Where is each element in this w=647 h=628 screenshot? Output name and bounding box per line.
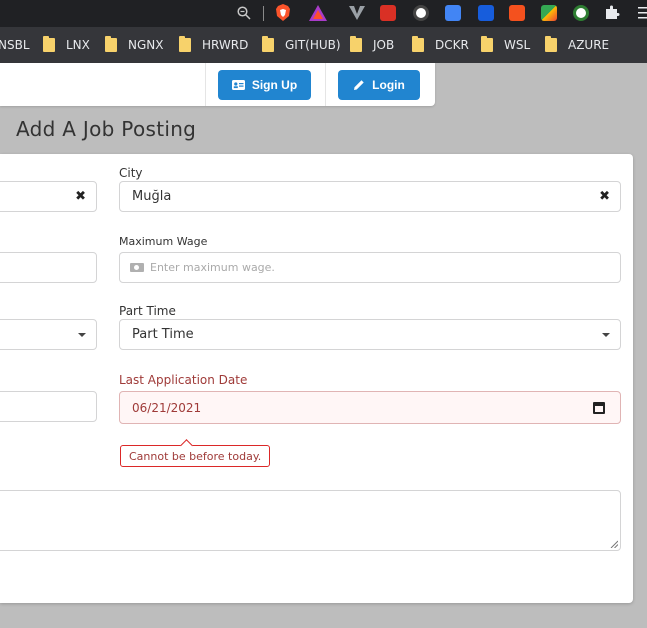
left-date-field[interactable] — [0, 391, 97, 422]
bookmark-azure[interactable]: AZURE — [545, 36, 610, 53]
bookmark-label: NSBL — [0, 38, 30, 52]
max-wage-input[interactable]: Enter maximum wage. — [119, 252, 621, 283]
folder-icon — [481, 36, 493, 52]
description-textarea[interactable] — [0, 490, 621, 551]
last-date-label: Last Application Date — [119, 373, 248, 387]
ext-red-icon[interactable] — [380, 5, 396, 21]
bookmark-lnx[interactable]: LNX — [43, 36, 90, 53]
folder-icon — [412, 36, 424, 52]
pencil-icon — [354, 80, 364, 90]
part-time-label: Part Time — [119, 304, 176, 318]
brave-shield-icon[interactable] — [275, 4, 291, 22]
bookmark-label: LNX — [66, 38, 90, 52]
login-label: Login — [372, 78, 405, 92]
navbar-divider — [205, 63, 206, 106]
money-icon — [130, 263, 144, 272]
resize-handle-icon[interactable] — [610, 540, 618, 548]
toolbar-divider — [263, 6, 264, 21]
folder-icon — [105, 36, 117, 52]
id-card-icon — [231, 80, 245, 90]
folder-icon — [545, 36, 557, 52]
vivaldi-icon[interactable] — [349, 6, 365, 20]
chevron-down-icon — [78, 332, 86, 337]
brave-rewards-icon[interactable] — [309, 5, 327, 21]
folder-icon — [350, 36, 362, 52]
folder-icon — [179, 36, 191, 52]
bookmark-hrwrd[interactable]: HRWRD — [179, 36, 249, 53]
bitwarden-icon[interactable] — [478, 5, 494, 21]
browser-toolbar — [0, 0, 647, 27]
bookmark-label: NGNX — [128, 38, 164, 52]
left-input-field[interactable] — [0, 252, 97, 283]
zoom-icon[interactable] — [237, 6, 251, 20]
page-title: Add A Job Posting — [16, 117, 197, 141]
bookmark-label: DCKR — [435, 38, 469, 52]
ext-circle-icon[interactable] — [413, 5, 429, 21]
calendar-icon[interactable] — [593, 401, 605, 414]
city-dropdown[interactable]: Muğla ✖ — [119, 181, 621, 212]
left-dropdown-field[interactable]: ✖ — [0, 181, 97, 212]
top-navbar: Sign Up Login — [0, 63, 435, 106]
login-button[interactable]: Login — [338, 70, 420, 100]
folder-icon — [262, 36, 274, 52]
left-select-field[interactable] — [0, 319, 97, 350]
max-wage-placeholder: Enter maximum wage. — [150, 261, 275, 274]
clear-icon[interactable]: ✖ — [75, 189, 86, 204]
bookmark-job[interactable]: JOB — [350, 36, 395, 53]
bookmark-label: HRWRD — [202, 38, 249, 52]
signup-label: Sign Up — [251, 78, 298, 92]
puzzle-icon[interactable] — [605, 5, 620, 20]
folder-icon — [43, 36, 55, 52]
bookmark-wsl[interactable]: WSL — [481, 36, 531, 53]
last-date-value: 06/21/2021 — [132, 400, 202, 415]
google-translate-icon[interactable] — [445, 5, 461, 21]
last-date-input[interactable]: 06/21/2021 — [119, 391, 621, 424]
bookmark-github[interactable]: GIT(HUB) — [262, 36, 341, 53]
date-error-label: Cannot be before today. — [120, 445, 271, 467]
chevron-down-icon — [602, 332, 610, 337]
ext-orange-icon[interactable] — [509, 5, 525, 21]
clear-icon[interactable]: ✖ — [599, 189, 610, 204]
max-wage-label: Maximum Wage — [119, 235, 208, 248]
bookmark-dckr[interactable]: DCKR — [412, 36, 469, 53]
bookmark-ngnx[interactable]: NGNX — [105, 36, 164, 53]
signup-button[interactable]: Sign Up — [218, 70, 311, 100]
part-time-value: Part Time — [132, 327, 194, 342]
bookmark-label: WSL — [504, 38, 531, 52]
ext-colorful-icon[interactable] — [541, 5, 557, 21]
city-label: City — [119, 166, 143, 180]
bookmark-label: JOB — [373, 38, 395, 52]
city-value: Muğla — [132, 189, 172, 204]
bookmark-label: GIT(HUB) — [285, 38, 341, 52]
bookmark-nsbl[interactable]: NSBL — [0, 37, 30, 53]
navbar-divider — [325, 63, 326, 106]
part-time-select[interactable]: Part Time — [119, 319, 621, 350]
bookmarks-bar: NSBL LNX NGNX HRWRD GIT(HUB) JOB DCKR WS… — [0, 27, 647, 63]
menu-icon[interactable] — [638, 6, 647, 20]
ext-green-circle-icon[interactable] — [573, 5, 589, 21]
bookmark-label: AZURE — [568, 38, 610, 52]
